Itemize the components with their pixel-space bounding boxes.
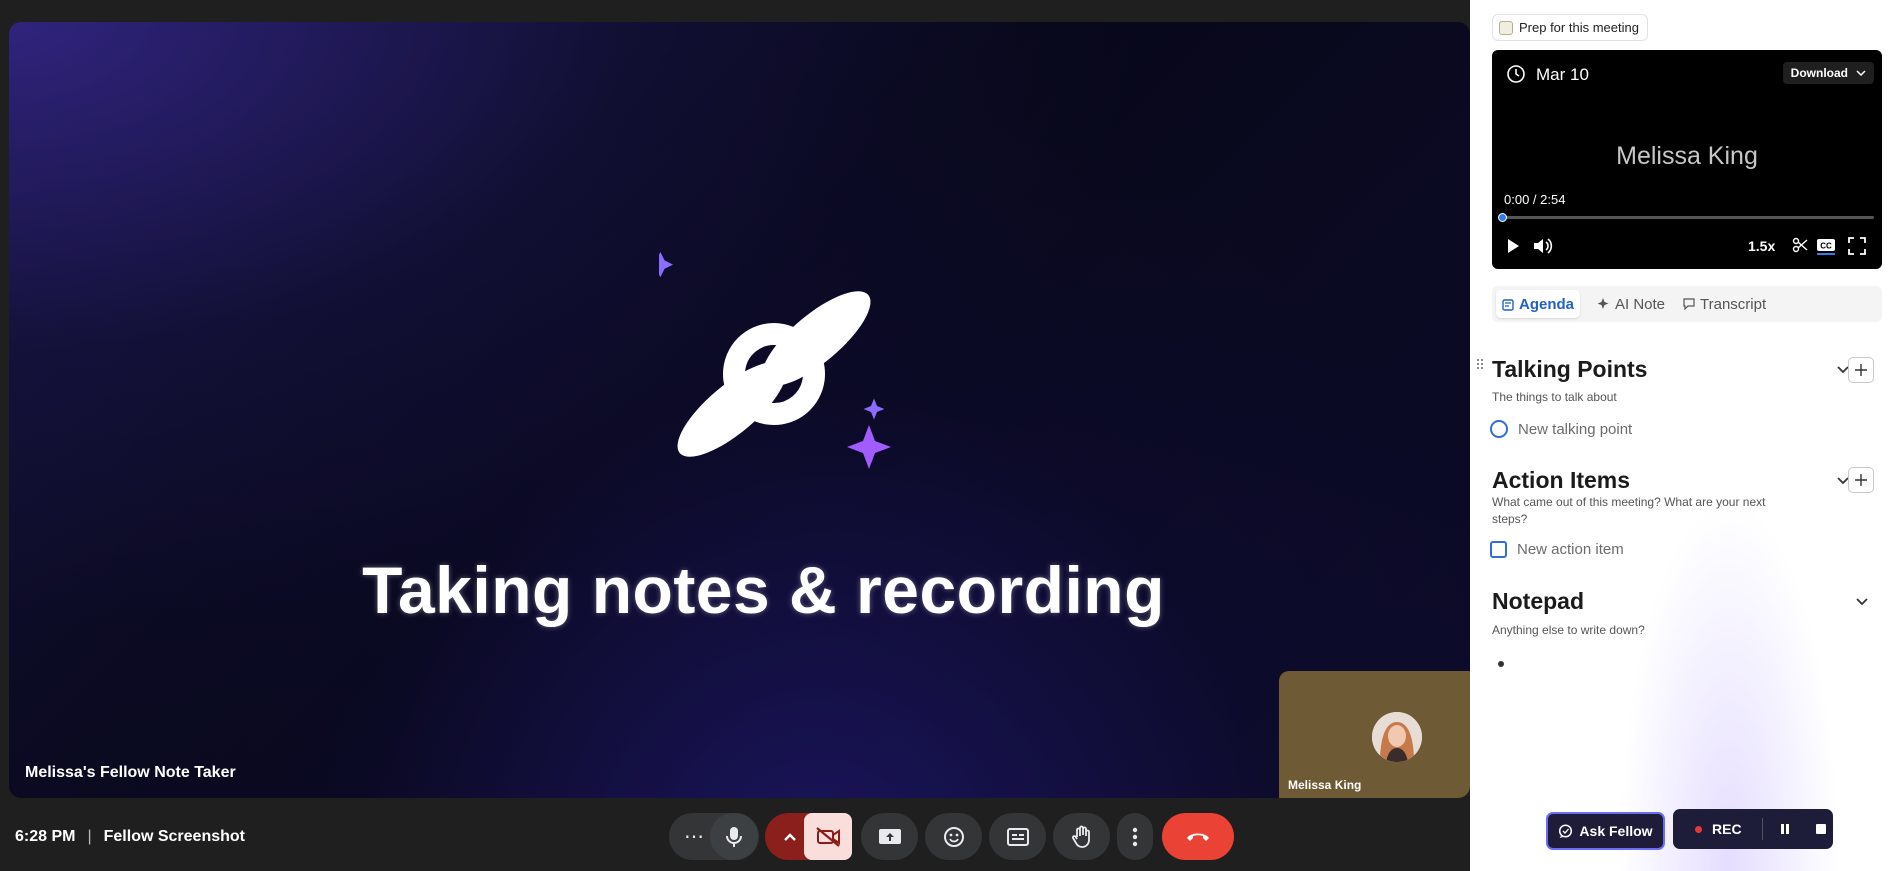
- volume-icon[interactable]: [1532, 237, 1554, 255]
- present-icon: [878, 828, 901, 844]
- chevron-up-icon: [784, 832, 796, 841]
- tab-transcript[interactable]: Transcript: [1677, 290, 1772, 318]
- notepad-bullet[interactable]: [1498, 661, 1504, 667]
- recording-player[interactable]: Mar 10 Download Melissa King 0:00 / 2:54…: [1492, 50, 1882, 269]
- rec-label: REC: [1712, 821, 1742, 837]
- tab-agenda[interactable]: Agenda: [1496, 290, 1581, 318]
- plus-icon: [1855, 364, 1867, 376]
- mic-icon: [726, 826, 742, 847]
- tab-ai-note-label: AI Note: [1615, 295, 1666, 313]
- prep-label: Prep for this meeting: [1519, 20, 1639, 35]
- action-items-title: Action Items: [1492, 467, 1631, 493]
- agenda-icon: [1502, 298, 1514, 311]
- ask-fellow-button[interactable]: Ask Fellow: [1546, 812, 1665, 850]
- emoji-icon: [943, 826, 964, 847]
- seek-bar[interactable]: [1498, 213, 1874, 222]
- captions-button[interactable]: [989, 813, 1046, 860]
- presentation-stage: Taking notes & recording Melissa's Fello…: [9, 22, 1470, 798]
- svg-text:CC: CC: [1820, 242, 1832, 251]
- meeting-title: Fellow Screenshot: [103, 828, 245, 845]
- transcript-icon: [1683, 298, 1695, 310]
- add-talking-point-button[interactable]: [1848, 357, 1874, 383]
- ask-fellow-label: Ask Fellow: [1579, 823, 1653, 839]
- camera-toggle-button[interactable]: [804, 813, 852, 860]
- meeting-info: 6:28 PM | Fellow Screenshot: [15, 828, 245, 846]
- stop-icon[interactable]: [1815, 823, 1827, 835]
- new-action-item-input[interactable]: New action item: [1490, 541, 1624, 558]
- ellipsis-icon: ⋯: [684, 826, 705, 848]
- talking-points-subtitle: The things to talk about: [1492, 390, 1617, 404]
- recording-controls: REC: [1673, 809, 1833, 849]
- panel-tabs: Agenda AI Note Transcript: [1492, 286, 1882, 322]
- clock-icon: [1507, 65, 1525, 83]
- plus-icon: [1855, 474, 1867, 486]
- camera-off-icon: [816, 826, 840, 847]
- video-participant-name: Melissa King: [1616, 142, 1758, 170]
- self-video-tile[interactable]: Melissa King: [1279, 671, 1470, 798]
- prep-meeting-button[interactable]: Prep for this meeting: [1492, 14, 1648, 41]
- captions-icon: [1006, 827, 1029, 846]
- playback-time: 0:00 / 2:54: [1504, 192, 1566, 207]
- pause-icon[interactable]: [1779, 823, 1791, 835]
- reactions-button[interactable]: [925, 813, 982, 860]
- separator: |: [87, 828, 92, 845]
- tab-ai-note[interactable]: AI Note: [1592, 290, 1671, 318]
- drag-handle-icon[interactable]: [1476, 358, 1484, 370]
- microphone-button[interactable]: [710, 813, 758, 860]
- recording-dot-icon: [1695, 825, 1702, 833]
- slide-headline: Taking notes & recording: [362, 553, 1165, 627]
- download-button[interactable]: Download: [1782, 62, 1874, 84]
- fullscreen-icon[interactable]: [1848, 237, 1866, 255]
- more-actions-button[interactable]: [1117, 813, 1153, 860]
- notepad-subtitle: Anything else to write down?: [1492, 623, 1645, 637]
- chevron-down-icon[interactable]: [1856, 598, 1868, 606]
- checkbox-icon: [1490, 541, 1507, 558]
- closed-captions-icon[interactable]: CC: [1816, 237, 1836, 255]
- raise-hand-button[interactable]: [1053, 813, 1110, 860]
- radio-circle-icon: [1490, 420, 1508, 438]
- play-icon[interactable]: [1504, 237, 1522, 255]
- leave-call-button[interactable]: [1162, 813, 1234, 860]
- recording-date: Mar 10: [1536, 65, 1589, 84]
- talking-point-placeholder: New talking point: [1518, 420, 1633, 438]
- divider: [1761, 818, 1763, 840]
- fellow-logo: [659, 252, 891, 469]
- tab-transcript-label: Transcript: [1700, 295, 1767, 313]
- hang-up-icon: [1187, 833, 1209, 841]
- chat-icon: [1559, 823, 1573, 838]
- presenter-label: Melissa's Fellow Note Taker: [25, 764, 236, 781]
- avatar: [1372, 712, 1422, 762]
- action-items-subtitle: What came out of this meeting? What are …: [1492, 495, 1766, 526]
- download-label: Download: [1790, 66, 1848, 80]
- tab-agenda-label: Agenda: [1519, 295, 1575, 313]
- scissors-icon[interactable]: [1792, 237, 1808, 253]
- hand-icon: [1071, 825, 1090, 848]
- top-bar: [0, 0, 1470, 22]
- seek-handle[interactable]: [1498, 213, 1507, 222]
- calendar-icon: [1499, 20, 1513, 35]
- current-time: 6:28 PM: [15, 828, 76, 845]
- new-talking-point-input[interactable]: New talking point: [1490, 420, 1632, 438]
- add-action-item-button[interactable]: [1848, 467, 1874, 493]
- chevron-down-icon: [1856, 69, 1866, 76]
- talking-points-title: Talking Points: [1492, 356, 1648, 382]
- action-item-placeholder: New action item: [1517, 541, 1624, 558]
- present-screen-button[interactable]: [861, 813, 918, 860]
- notepad-title: Notepad: [1492, 588, 1584, 614]
- self-tile-name: Melissa King: [1288, 778, 1362, 792]
- kebab-icon: [1132, 827, 1138, 846]
- playback-speed[interactable]: 1.5x: [1748, 238, 1775, 254]
- sparkle-icon: [1598, 298, 1609, 309]
- fellow-side-panel: Prep for this meeting Mar 10 Download Me…: [1470, 0, 1902, 871]
